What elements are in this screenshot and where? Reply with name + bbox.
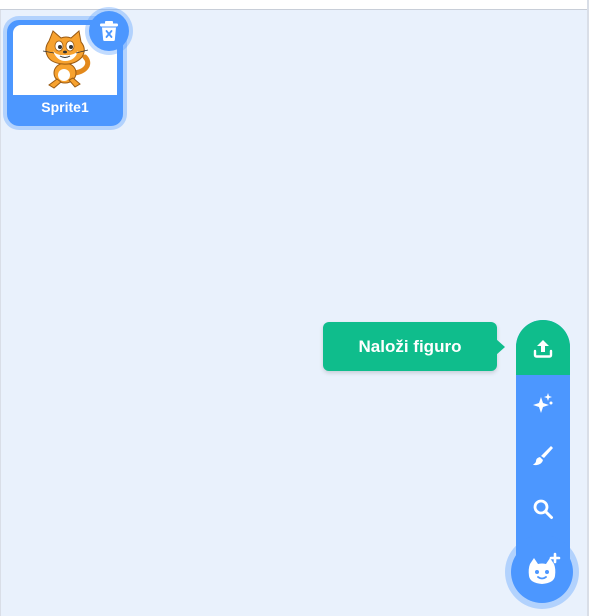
top-border [0, 0, 589, 10]
sparkle-icon [533, 393, 553, 413]
sprite-selector-menu [516, 320, 570, 560]
paint-sprite-button[interactable] [516, 428, 570, 482]
sprite-name-label: Sprite1 [41, 99, 89, 115]
tooltip-arrow [496, 339, 505, 355]
cat-sprite-icon [42, 30, 91, 89]
upload-icon [533, 339, 553, 358]
left-border [0, 10, 1, 616]
paintbrush-icon [533, 446, 553, 466]
cat-add-icon [528, 552, 561, 584]
delete-sprite-button[interactable] [89, 11, 129, 51]
trash-icon [100, 21, 118, 41]
surprise-sprite-button[interactable] [516, 375, 570, 429]
upload-sprite-tooltip: Naloži figuro [323, 322, 497, 371]
search-icon [533, 499, 553, 519]
choose-sprite-search-button[interactable] [516, 482, 570, 536]
choose-sprite-button[interactable] [511, 541, 573, 603]
upload-sprite-button[interactable] [516, 320, 570, 375]
